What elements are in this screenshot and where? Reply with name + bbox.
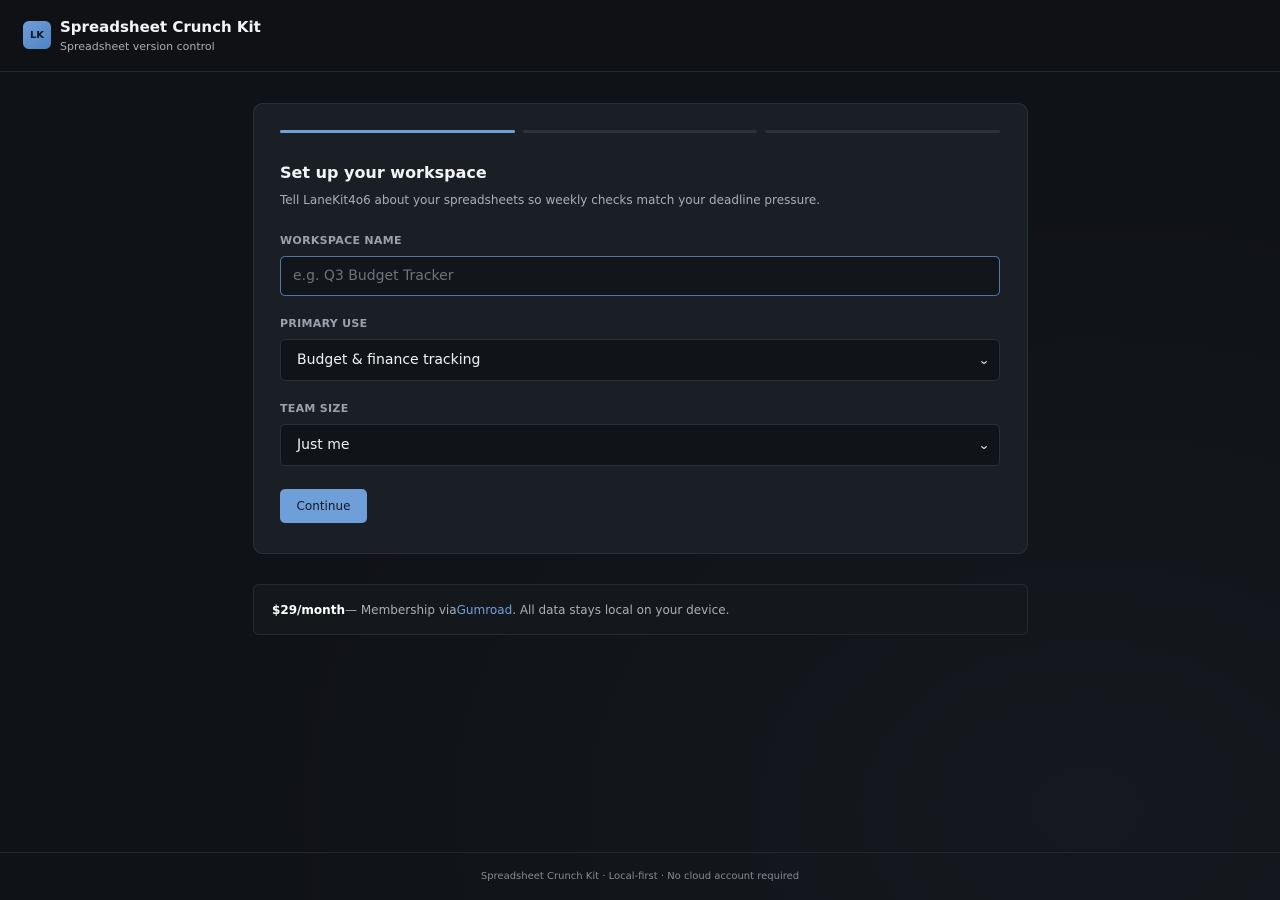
app-subtitle: Spreadsheet version control: [60, 40, 215, 53]
progress-bar: [280, 130, 1001, 133]
team-size-label: Team size: [280, 402, 349, 415]
pricing-suffix: . All data stays local on your device.: [512, 602, 730, 617]
wizard-title: Set up your workspace: [280, 163, 487, 182]
brand: Spreadsheet Crunch Kit Spreadsheet versi…: [60, 18, 261, 53]
chevron-down-icon: ⌄: [977, 438, 991, 452]
team-size-select[interactable]: Just me ⌄: [280, 424, 1000, 466]
footer: Spreadsheet Crunch Kit · Local-first · N…: [0, 852, 1280, 900]
progress-step-3: [765, 130, 1001, 133]
workspace-name-input[interactable]: [280, 256, 1000, 296]
progress-step-2: [522, 130, 758, 133]
primary-use-value: Budget & finance tracking: [297, 352, 481, 368]
primary-use-select[interactable]: Budget & finance tracking ⌄: [280, 339, 1000, 381]
setup-wizard-card: Set up your workspace Tell LaneKit4o6 ab…: [253, 103, 1028, 554]
continue-button[interactable]: Continue: [280, 489, 367, 523]
pricing-text: — Membership via: [345, 602, 457, 617]
wizard-description: Tell LaneKit4o6 about your spreadsheets …: [280, 193, 821, 207]
pricing-note: $29/month — Membership via Gumroad. All …: [253, 584, 1028, 635]
footer-text: Spreadsheet Crunch Kit · Local-first · N…: [480, 871, 800, 882]
app-logo: LK: [23, 21, 51, 49]
top-bar: LK Spreadsheet Crunch Kit Spreadsheet ve…: [0, 0, 1280, 72]
primary-use-label: Primary use: [280, 317, 368, 330]
progress-step-1: [280, 130, 515, 133]
workspace-name-label: Workspace name: [280, 234, 402, 247]
team-size-value: Just me: [297, 437, 350, 453]
chevron-down-icon: ⌄: [977, 353, 991, 367]
price: $29/month: [272, 602, 346, 617]
app-title: Spreadsheet Crunch Kit: [60, 18, 261, 36]
gumroad-link[interactable]: Gumroad: [457, 603, 513, 617]
